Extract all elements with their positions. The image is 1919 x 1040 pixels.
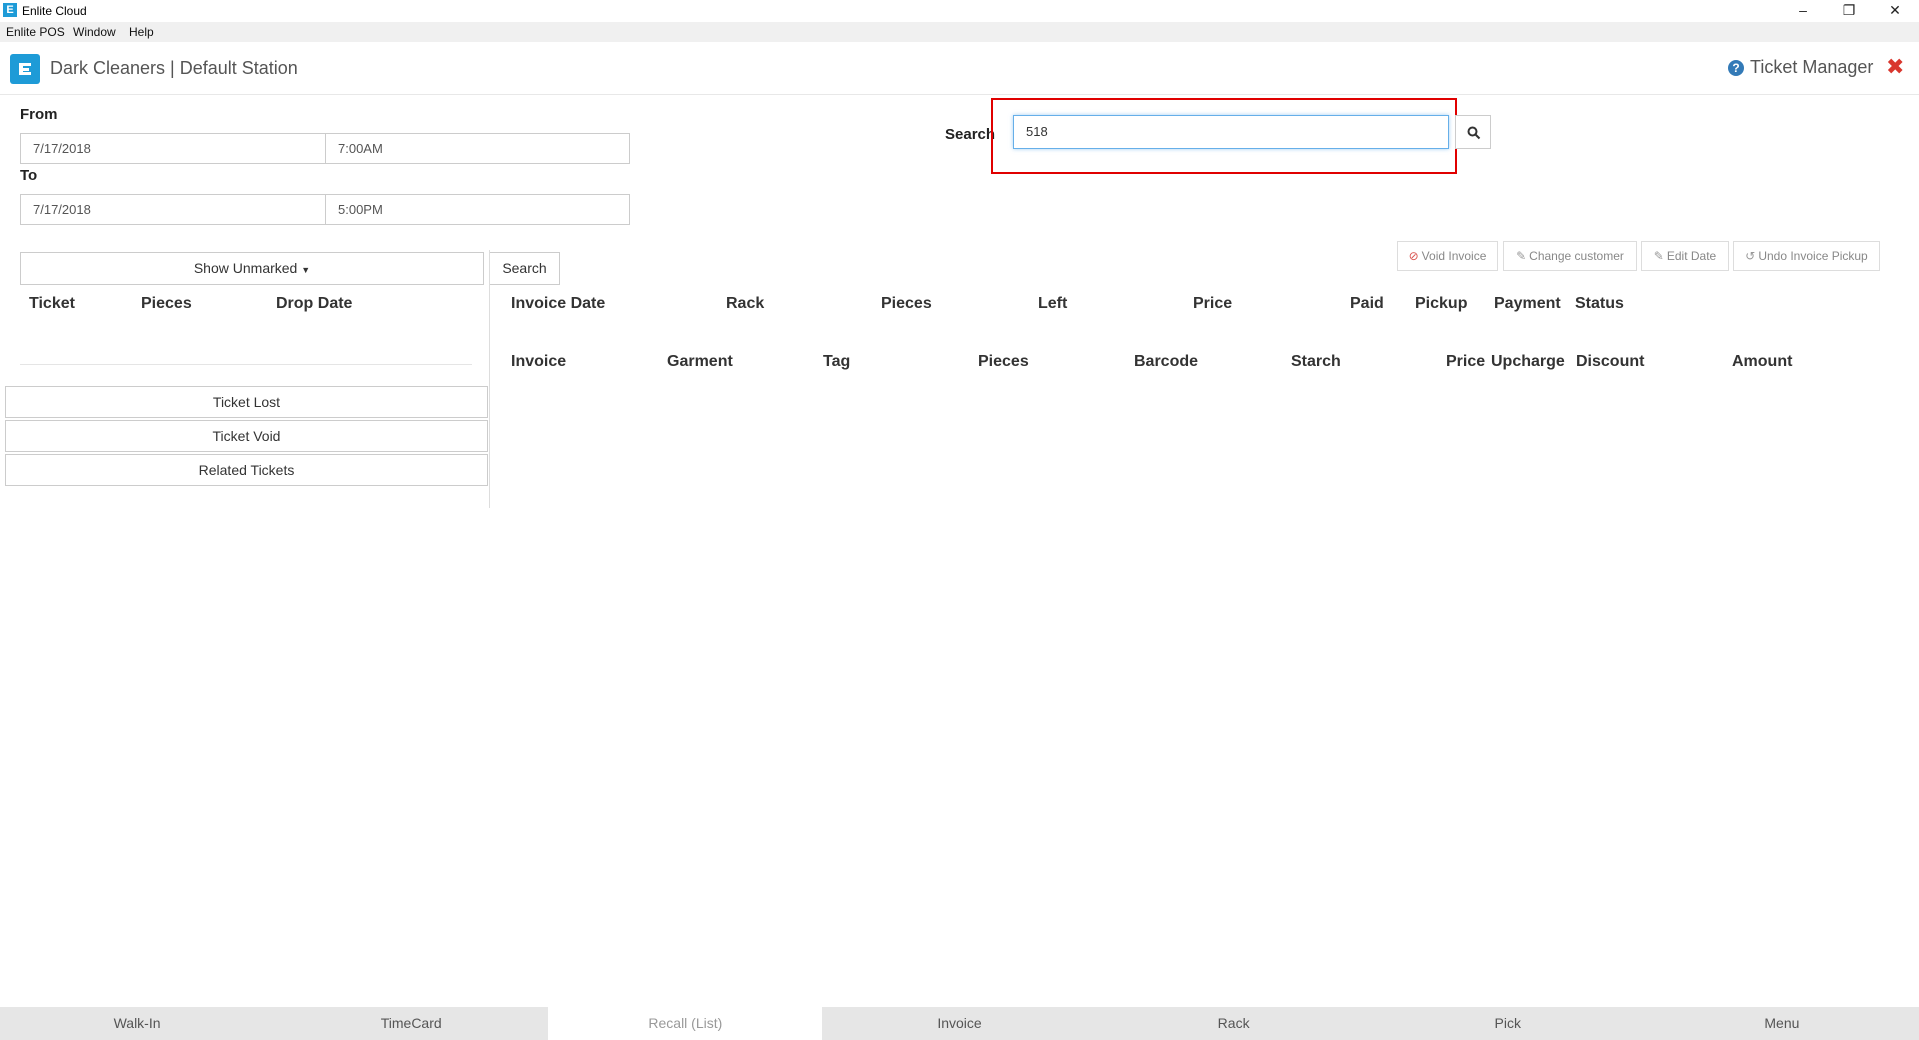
menu-bar: Enlite POS Window Help: [0, 22, 1919, 42]
window-close-button[interactable]: ✕: [1872, 0, 1918, 22]
nav-rack[interactable]: Rack: [1096, 1007, 1371, 1040]
void-invoice-button[interactable]: ⊘ Void Invoice: [1397, 241, 1498, 271]
window-title: Enlite Cloud: [22, 4, 87, 18]
change-customer-button[interactable]: ✎ Change customer: [1503, 241, 1637, 271]
from-label: From: [20, 106, 58, 123]
rack-header[interactable]: Rack: [726, 295, 764, 313]
help-icon[interactable]: ?: [1728, 60, 1744, 76]
edit-icon: ✎: [1653, 249, 1664, 263]
pieces-header[interactable]: Pieces: [141, 295, 192, 313]
discount-header[interactable]: Discount: [1576, 353, 1644, 371]
bottom-nav: Walk-In TimeCard Recall (List) Invoice R…: [0, 1007, 1919, 1040]
menu-enlite-pos[interactable]: Enlite POS: [6, 25, 65, 39]
company-station-name: Dark Cleaners | Default Station: [50, 58, 298, 78]
nav-timecard[interactable]: TimeCard: [274, 1007, 549, 1040]
nav-menu[interactable]: Menu: [1644, 1007, 1919, 1040]
show-unmarked-dropdown[interactable]: Show Unmarked ▼: [20, 252, 484, 285]
to-label: To: [20, 167, 38, 184]
nav-recall-list[interactable]: Recall (List): [548, 1007, 823, 1040]
related-tickets-button[interactable]: Related Tickets: [5, 454, 488, 486]
minimize-button[interactable]: –: [1780, 0, 1826, 22]
nav-walk-in[interactable]: Walk-In: [0, 1007, 275, 1040]
nav-pick[interactable]: Pick: [1370, 1007, 1645, 1040]
caret-down-icon: ▼: [301, 265, 311, 275]
from-time-input[interactable]: 7:00AM: [325, 133, 630, 164]
amount-header[interactable]: Amount: [1732, 353, 1792, 371]
barcode-header[interactable]: Barcode: [1134, 353, 1198, 371]
price-header[interactable]: Price: [1193, 295, 1232, 313]
app-icon: E: [3, 3, 17, 17]
paid-header[interactable]: Paid: [1350, 295, 1384, 313]
menu-window[interactable]: Window: [73, 25, 116, 39]
screen-title: Ticket Manager: [1750, 57, 1874, 77]
panel-divider: [489, 250, 490, 508]
invoice-pieces-header[interactable]: Pieces: [881, 295, 932, 313]
search-icon: [1467, 126, 1481, 140]
ban-icon: ⊘: [1408, 249, 1419, 263]
search-label: Search: [945, 126, 996, 143]
close-screen-icon[interactable]: ✖: [1886, 54, 1904, 80]
ticket-void-button[interactable]: Ticket Void: [5, 420, 488, 452]
starch-header[interactable]: Starch: [1291, 353, 1341, 371]
search-input[interactable]: 518: [1013, 115, 1449, 149]
search-button[interactable]: [1455, 115, 1491, 149]
ticket-list-divider: [20, 364, 472, 365]
list-search-button[interactable]: Search: [489, 252, 560, 285]
left-header[interactable]: Left: [1038, 295, 1067, 313]
payment-header[interactable]: Payment: [1494, 295, 1561, 313]
app-header: Dark Cleaners | Default Station ? Ticket…: [0, 42, 1919, 95]
ticket-header[interactable]: Ticket: [29, 295, 75, 313]
drop-date-header[interactable]: Drop Date: [276, 295, 352, 313]
undo-invoice-pickup-button[interactable]: ↺ Undo Invoice Pickup: [1733, 241, 1880, 271]
to-date-input[interactable]: 7/17/2018: [20, 194, 326, 225]
enlite-logo-icon: [10, 54, 40, 84]
from-date-input[interactable]: 7/17/2018: [20, 133, 326, 164]
garment-price-header[interactable]: Price: [1446, 353, 1485, 371]
nav-invoice[interactable]: Invoice: [822, 1007, 1097, 1040]
status-header[interactable]: Status: [1575, 295, 1624, 313]
edit-date-button[interactable]: ✎ Edit Date: [1641, 241, 1729, 271]
edit-icon: ✎: [1516, 249, 1527, 263]
to-time-input[interactable]: 5:00PM: [325, 194, 630, 225]
garment-header[interactable]: Garment: [667, 353, 733, 371]
upcharge-header[interactable]: Upcharge: [1491, 353, 1565, 371]
garment-pieces-header[interactable]: Pieces: [978, 353, 1029, 371]
window-title-bar: E Enlite Cloud – ❐ ✕: [0, 0, 1919, 22]
pickup-header[interactable]: Pickup: [1415, 295, 1467, 313]
invoice-date-header[interactable]: Invoice Date: [511, 295, 605, 313]
menu-help[interactable]: Help: [129, 25, 154, 39]
garment-invoice-header[interactable]: Invoice: [511, 353, 566, 371]
tag-header[interactable]: Tag: [823, 353, 850, 371]
ticket-lost-button[interactable]: Ticket Lost: [5, 386, 488, 418]
undo-icon: ↺: [1745, 249, 1756, 263]
restore-button[interactable]: ❐: [1826, 0, 1872, 22]
